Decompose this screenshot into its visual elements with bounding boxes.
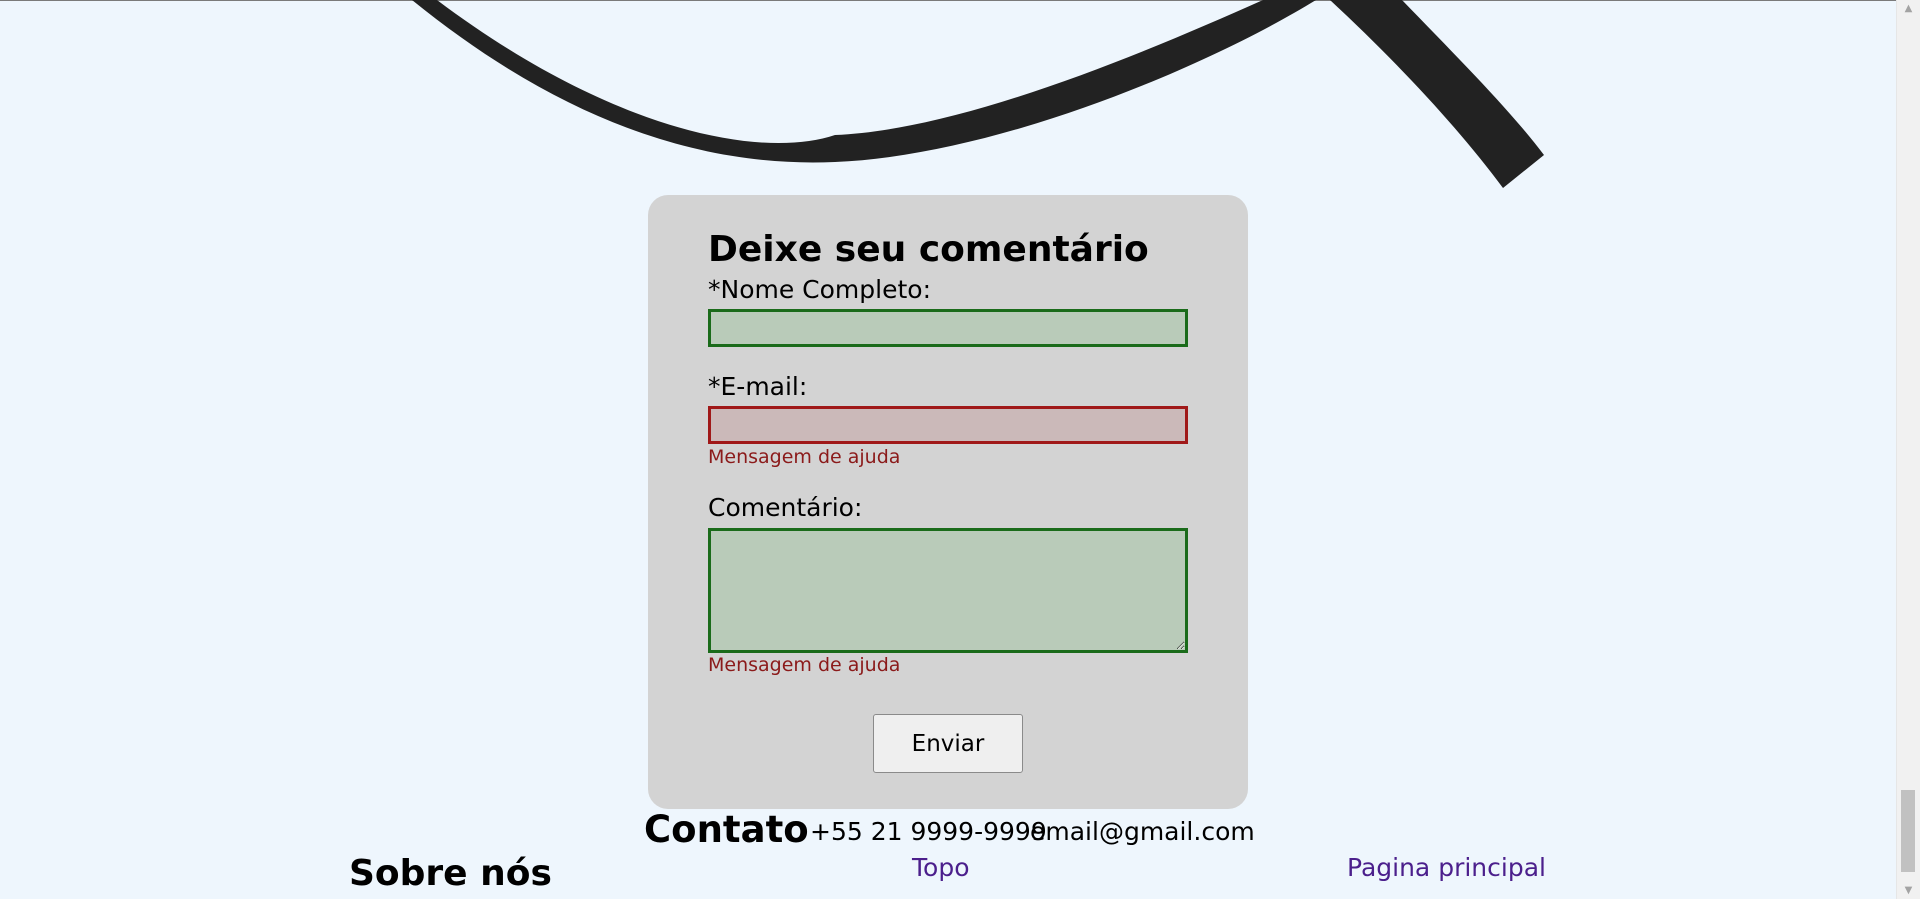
- about-title: Sobre nós: [349, 853, 552, 894]
- scroll-down-arrow-icon[interactable]: ▼: [1897, 882, 1920, 899]
- contact-title: Contato: [644, 808, 809, 851]
- page: Deixe seu comentário *Nome Completo: *E-…: [0, 0, 1920, 899]
- email-help-text: Mensagem de ajuda: [708, 446, 901, 468]
- name-field[interactable]: [708, 309, 1188, 347]
- scrollbar-thumb[interactable]: [1901, 790, 1915, 872]
- email-label: *E-mail:: [708, 372, 808, 401]
- comment-help-text: Mensagem de ajuda: [708, 654, 901, 676]
- submit-button[interactable]: Enviar: [873, 714, 1023, 773]
- vertical-scrollbar[interactable]: ▲ ▼: [1896, 0, 1920, 899]
- name-label: *Nome Completo:: [708, 275, 931, 304]
- decorative-stroke: [1330, 0, 1544, 188]
- comment-textarea[interactable]: [708, 528, 1188, 653]
- email-field[interactable]: [708, 406, 1188, 444]
- decorative-arc: [412, 0, 1316, 163]
- form-title: Deixe seu comentário: [708, 229, 1149, 270]
- comment-label: Comentário:: [708, 493, 863, 522]
- contact-phone: +55 21 9999-9999: [810, 817, 1047, 846]
- decorative-curve-graphic: [412, 0, 1544, 188]
- top-link[interactable]: Topo: [912, 853, 969, 882]
- scroll-up-arrow-icon[interactable]: ▲: [1897, 0, 1920, 17]
- comment-form: Deixe seu comentário *Nome Completo: *E-…: [648, 195, 1248, 809]
- contact-email: email@gmail.com: [1030, 817, 1255, 846]
- home-link[interactable]: Pagina principal: [1347, 853, 1546, 882]
